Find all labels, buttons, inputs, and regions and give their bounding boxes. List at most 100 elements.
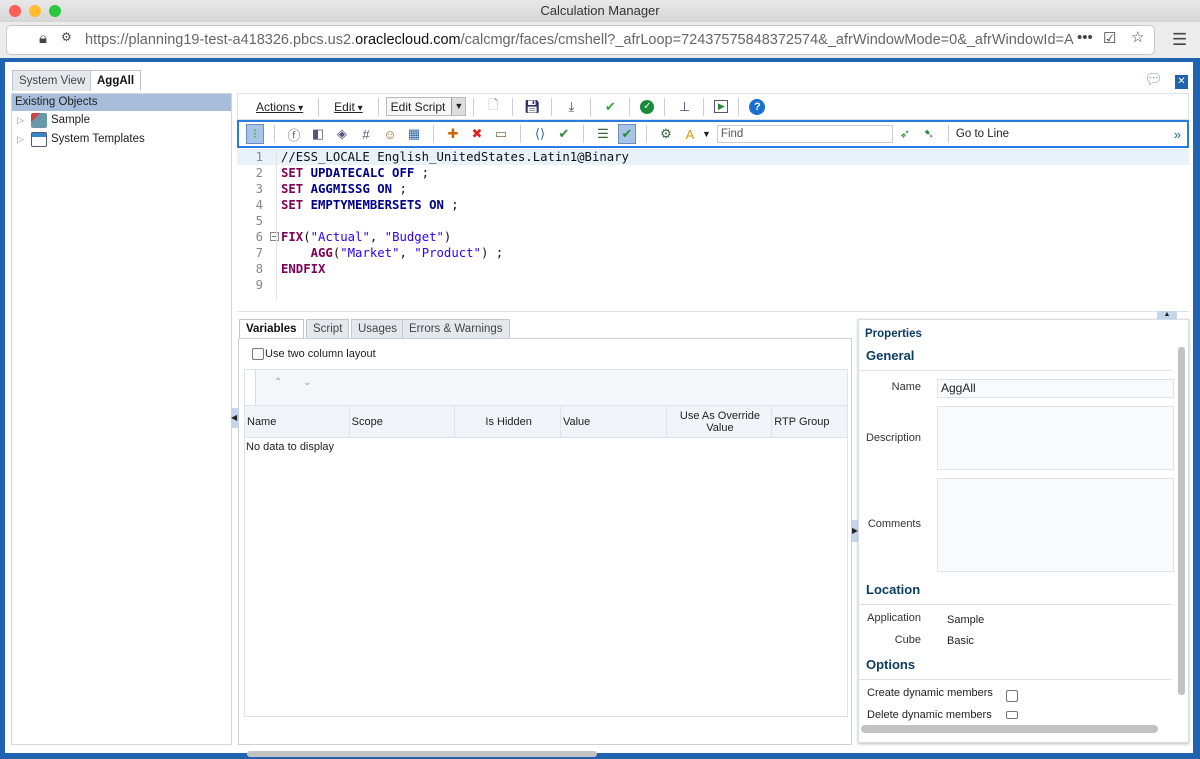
code-line[interactable]: 5 — [237, 213, 1189, 229]
deploy-icon[interactable]: ⊥ — [675, 98, 693, 116]
code-line[interactable]: 9 — [237, 277, 1189, 293]
overflow-button[interactable]: » — [1174, 127, 1181, 142]
column-use-as-override-value[interactable]: Use As Override Value — [667, 406, 773, 437]
close-tab-icon[interactable]: ✕ — [1175, 75, 1188, 89]
column-name[interactable]: Name — [245, 406, 350, 437]
tab-system-view[interactable]: System View — [12, 70, 93, 91]
smart-list-icon[interactable]: ▦ — [405, 125, 423, 143]
description-textarea[interactable] — [937, 406, 1174, 470]
column-value[interactable]: Value — [561, 406, 667, 437]
expand-icon[interactable]: ▷ — [17, 111, 27, 130]
url-text[interactable]: https://planning19-test-a418326.pbcs.us2… — [85, 32, 1075, 48]
code-text: AGG("Market", "Product") ; — [281, 245, 504, 261]
two-column-layout-option[interactable]: Use two column layout — [252, 348, 376, 360]
chat-icon[interactable]: 💬︎ — [1144, 70, 1163, 88]
tab-usages[interactable]: Usages — [351, 319, 404, 339]
lock-icon[interactable]: 🔒︎ — [39, 30, 47, 47]
highlight-icon[interactable]: A — [681, 125, 699, 143]
delete-dynamic-checkbox[interactable] — [1006, 711, 1018, 719]
move-up-icon[interactable]: ⌃ — [274, 377, 282, 388]
minimize-window-button[interactable] — [29, 5, 41, 17]
two-column-label: Use two column layout — [265, 348, 376, 360]
code-line[interactable]: 7 AGG("Market", "Product") ; — [237, 245, 1189, 261]
url-bar[interactable]: 🔒︎ ⚙ https://planning19-test-a418326.pbc… — [6, 25, 1155, 55]
find-input[interactable]: Find — [716, 125, 893, 143]
save-icon[interactable]: 💾︎ — [523, 98, 541, 116]
comment-icon[interactable]: ▭ — [492, 125, 510, 143]
line-numbers-icon[interactable]: ⁝ — [246, 124, 264, 144]
edit-menu[interactable]: Edit — [326, 100, 371, 114]
launch-icon[interactable]: ▶ — [714, 100, 729, 113]
code-line[interactable]: 1 //ESS_LOCALE English_UnitedStates.Latin… — [237, 149, 1189, 165]
line-number: 1 — [255, 150, 263, 164]
function-icon[interactable]: ⓕ — [285, 125, 303, 143]
go-to-line-button[interactable]: Go to Line — [956, 128, 1009, 140]
code-text: SET EMPTYMEMBERSETS ON ; — [281, 197, 459, 213]
code-line[interactable]: 2 SET UPDATECALC OFF ; — [237, 165, 1189, 181]
debug-icon[interactable]: ⚙ — [657, 125, 675, 143]
code-text: ENDFIX — [281, 261, 325, 277]
column-is-hidden[interactable]: Is Hidden — [455, 406, 561, 437]
bookmark-star-icon[interactable]: ☆ — [1131, 28, 1144, 46]
braces-icon[interactable]: ⟨⟩ — [531, 125, 549, 143]
fold-gutter — [267, 181, 281, 197]
tab-variables[interactable]: Variables — [239, 319, 304, 339]
tree-item-sample[interactable]: ▷ Sample — [12, 111, 231, 130]
code-line[interactable]: 3 SET AGGMISSG ON ; — [237, 181, 1189, 197]
collapse-up-icon[interactable]: ▲ — [1157, 311, 1177, 319]
horizontal-scrollbar[interactable] — [247, 751, 597, 757]
separator — [583, 125, 584, 143]
comments-textarea[interactable] — [937, 478, 1174, 572]
help-icon[interactable]: ? — [749, 98, 766, 115]
fold-toggle-icon[interactable]: − — [269, 232, 279, 241]
actions-menu[interactable]: Actions — [248, 100, 311, 114]
member-icon[interactable]: ◧ — [309, 125, 327, 143]
maximize-window-button[interactable] — [49, 5, 61, 17]
horizontal-scrollbar[interactable] — [861, 725, 1158, 733]
syntax-check-icon[interactable]: ✔ — [555, 125, 573, 143]
pocket-icon[interactable]: ☑ — [1103, 29, 1116, 47]
code-line[interactable]: 6− FIX("Actual", "Budget") — [237, 229, 1189, 245]
close-window-button[interactable] — [9, 5, 21, 17]
tab-aggall[interactable]: AggAll — [90, 70, 142, 91]
name-input[interactable]: AggAll — [937, 379, 1174, 398]
save-validate-icon[interactable]: ✔ — [601, 98, 619, 116]
remove-comment-icon[interactable]: ✖ — [468, 125, 486, 143]
tab-errors-warnings[interactable]: Errors & Warnings — [402, 319, 510, 339]
new-icon[interactable]: 🗋 — [484, 97, 502, 116]
validate-icon[interactable]: ✓ — [640, 99, 655, 114]
mode-select[interactable]: Edit Script ▼ — [385, 97, 467, 116]
window-titlebar: Calculation Manager — [0, 0, 1200, 22]
chevron-down-icon[interactable]: ▼ — [702, 129, 711, 139]
rule-validate-icon[interactable]: ✔ — [618, 124, 636, 144]
script-editor[interactable]: 1 //ESS_LOCALE English_UnitedStates.Latin… — [237, 149, 1189, 300]
expand-icon[interactable]: ▷ — [17, 130, 27, 149]
more-actions-icon[interactable]: ••• — [1077, 29, 1093, 46]
create-dynamic-checkbox[interactable] — [1006, 690, 1018, 702]
column-scope[interactable]: Scope — [350, 406, 456, 437]
code-token: ENDFIX — [281, 262, 326, 276]
splitter[interactable] — [237, 311, 1189, 312]
code-token: SET — [281, 182, 304, 196]
tree-item-system-templates[interactable]: ▷ System Templates — [12, 130, 231, 149]
export-icon[interactable]: ⤓ — [562, 98, 580, 116]
move-down-icon[interactable]: ⌄ — [303, 377, 311, 388]
variable-icon[interactable]: # — [357, 125, 375, 143]
code-line[interactable]: 4 SET EMPTYMEMBERSETS ON ; — [237, 197, 1189, 213]
code-line[interactable]: 8 ENDFIX — [237, 261, 1189, 277]
permissions-icon[interactable]: ⚙ — [61, 30, 72, 44]
vertical-scrollbar[interactable] — [1178, 347, 1185, 695]
user-icon[interactable]: ☺ — [381, 125, 399, 143]
add-comment-icon[interactable]: ✚ — [444, 125, 462, 143]
collapse-left-icon[interactable]: ◀ — [231, 408, 238, 428]
two-column-checkbox[interactable] — [252, 348, 264, 360]
tab-script[interactable]: Script — [306, 319, 350, 339]
member-range-icon[interactable]: ◈ — [333, 125, 351, 143]
find-next-icon[interactable]: ➷ — [920, 125, 938, 143]
format-icon[interactable]: ☰ — [594, 125, 612, 143]
fold-gutter — [267, 165, 281, 181]
find-previous-icon[interactable]: ➶ — [896, 125, 914, 143]
column-rtp-group[interactable]: RTP Group — [772, 406, 847, 437]
menu-icon[interactable]: ☰ — [1172, 30, 1187, 50]
